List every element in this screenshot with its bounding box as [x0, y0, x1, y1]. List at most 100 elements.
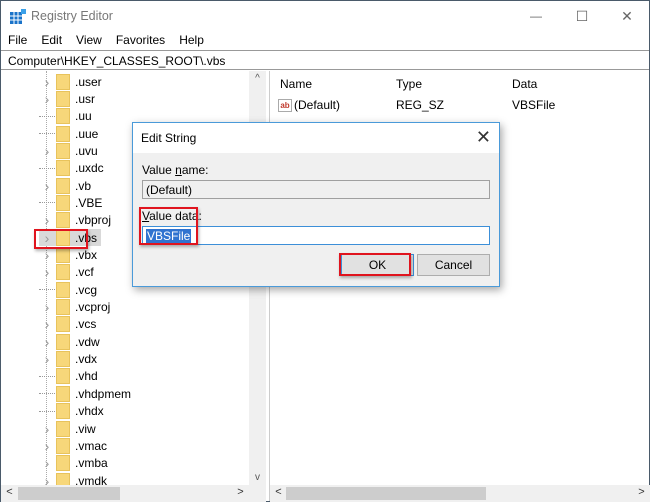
folder-icon — [56, 455, 70, 472]
tree-item[interactable]: › .uvu — [39, 142, 98, 159]
tree-connector-line — [39, 375, 55, 377]
tree-item[interactable]: › .vbx — [39, 247, 97, 264]
tree-item-label: .vdx — [75, 352, 98, 367]
tree-item-label: .uue — [75, 126, 99, 141]
minimize-button[interactable]: — — [513, 1, 559, 31]
tree-item[interactable]: .uu — [39, 108, 92, 125]
expand-chevron-icon[interactable]: › — [39, 316, 55, 332]
expand-chevron-icon[interactable]: › — [39, 299, 55, 315]
title-bar: Registry Editor — ☐ ✕ — [1, 1, 649, 31]
maximize-button[interactable]: ☐ — [559, 1, 605, 31]
menu-view[interactable]: View — [69, 31, 109, 50]
tree-item-label: .vmac — [75, 438, 108, 453]
tree-item[interactable]: › .vcf — [39, 264, 94, 281]
expand-chevron-icon[interactable]: › — [39, 473, 55, 485]
ok-button[interactable]: OK — [341, 254, 414, 276]
expand-chevron-icon[interactable]: › — [39, 247, 55, 263]
value-data-text: VBSFile — [146, 229, 192, 243]
value-data-input[interactable]: VBSFile — [142, 226, 490, 245]
tree-item-label: .user — [75, 74, 102, 89]
value-name-label: Value name: — [142, 163, 209, 177]
tree-connector-line — [39, 393, 55, 395]
tree-item[interactable]: › .vbs — [39, 229, 102, 247]
tree-item[interactable]: › .vmba — [39, 455, 108, 472]
tree-item[interactable]: › .user — [39, 73, 102, 90]
expand-chevron-icon[interactable]: › — [39, 438, 55, 454]
scroll-down-icon[interactable]: v — [249, 472, 266, 483]
tree-item[interactable]: .vhd — [39, 368, 98, 385]
tree-item-label: .vb — [75, 178, 92, 193]
folder-icon — [56, 247, 70, 263]
tree-item[interactable]: › .vcproj — [39, 299, 110, 316]
menu-file[interactable]: File — [1, 31, 34, 50]
folder-icon — [56, 281, 70, 298]
folder-icon — [56, 160, 70, 177]
scroll-right-icon[interactable]: > — [232, 486, 249, 498]
tree-item-label: .vbx — [75, 248, 98, 262]
menu-edit[interactable]: Edit — [34, 31, 69, 50]
tree-connector-line — [39, 202, 55, 204]
tree-item[interactable]: › .vdx — [39, 351, 97, 368]
values-horizontal-scrollbar[interactable]: < > — [270, 485, 650, 502]
registry-editor-window: Registry Editor — ☐ ✕ File Edit View Fav… — [0, 0, 650, 502]
tree-item[interactable]: .VBE — [39, 194, 102, 211]
expand-chevron-icon[interactable]: › — [39, 230, 55, 246]
expand-chevron-icon[interactable]: › — [39, 212, 55, 228]
tree-item[interactable]: › .vcs — [39, 316, 96, 333]
tree-item[interactable]: › .vdw — [39, 333, 100, 350]
menu-help[interactable]: Help — [172, 31, 211, 50]
address-bar[interactable]: Computer\HKEY_CLASSES_ROOT\.vbs — [1, 50, 649, 70]
tree-connector-line — [39, 115, 55, 117]
folder-icon — [56, 264, 70, 281]
expand-chevron-icon[interactable]: › — [39, 421, 55, 437]
expand-chevron-icon[interactable]: › — [39, 178, 55, 194]
tree-item[interactable]: .uue — [39, 125, 98, 142]
tree-item[interactable]: › .vmac — [39, 437, 107, 454]
scroll-right-icon[interactable]: > — [633, 486, 650, 498]
dialog-title: Edit String — [141, 131, 197, 145]
expand-chevron-icon[interactable]: › — [39, 74, 55, 90]
column-data[interactable]: Data — [512, 77, 537, 91]
dialog-close-icon[interactable]: ✕ — [476, 127, 491, 148]
expand-chevron-icon[interactable]: › — [39, 143, 55, 159]
folder-icon — [56, 368, 70, 385]
scroll-left-icon[interactable]: < — [1, 486, 18, 498]
column-name[interactable]: Name — [280, 77, 312, 91]
menu-favorites[interactable]: Favorites — [109, 31, 172, 50]
expand-chevron-icon[interactable]: › — [39, 91, 55, 107]
tree-item[interactable]: .vcg — [39, 281, 97, 298]
tree-item-label: .vhdx — [75, 404, 104, 419]
expand-chevron-icon[interactable]: › — [39, 264, 55, 280]
close-button[interactable]: ✕ — [604, 1, 650, 31]
scroll-thumb[interactable] — [286, 487, 486, 500]
expand-chevron-icon[interactable]: › — [39, 455, 55, 471]
scroll-left-icon[interactable]: < — [270, 486, 287, 498]
cancel-button[interactable]: Cancel — [417, 254, 490, 276]
column-type[interactable]: Type — [396, 77, 422, 91]
tree-connector-line — [39, 410, 55, 412]
tree-item[interactable]: .vhdx — [39, 403, 104, 420]
tree-item[interactable]: › .vmdk — [39, 472, 107, 485]
tree-item[interactable]: .vhdpmem — [39, 385, 131, 402]
tree-horizontal-scrollbar[interactable]: < > — [1, 485, 266, 502]
tree-item-label: .vhd — [75, 369, 98, 384]
tree-item[interactable]: › .vb — [39, 177, 91, 194]
tree-item-label: .uvu — [75, 143, 98, 158]
dialog-title-bar: Edit String ✕ — [133, 123, 499, 153]
scroll-thumb[interactable] — [18, 487, 120, 500]
value-name-field: (Default) — [142, 180, 490, 199]
folder-icon — [56, 194, 70, 211]
expand-chevron-icon[interactable]: › — [39, 351, 55, 367]
tree-item[interactable]: › .usr — [39, 90, 95, 107]
tree-item[interactable]: .uxdc — [39, 160, 104, 177]
tree-item[interactable]: › .viw — [39, 420, 96, 437]
tree-connector-line — [39, 133, 55, 135]
scroll-up-icon[interactable]: ^ — [249, 73, 266, 84]
folder-icon — [56, 229, 70, 246]
close-icon: ✕ — [621, 7, 633, 24]
tree-connector-line — [39, 167, 55, 169]
folder-icon — [56, 403, 70, 420]
tree-item[interactable]: › .vbproj — [39, 212, 111, 229]
expand-chevron-icon[interactable]: › — [39, 334, 55, 350]
tree-item-label: .vbs — [75, 230, 98, 245]
